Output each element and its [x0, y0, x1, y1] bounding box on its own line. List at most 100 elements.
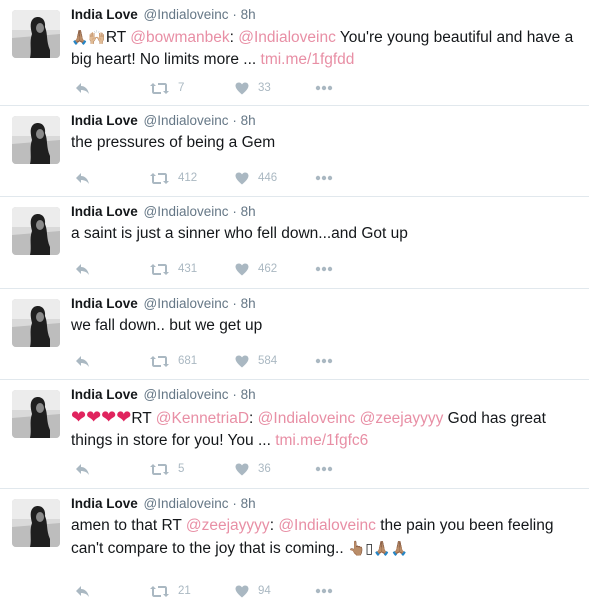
more-options-button[interactable]: [315, 460, 333, 478]
retweet-count: 7: [178, 82, 185, 94]
mention-link[interactable]: @bowmanbek: [130, 29, 229, 46]
reply-icon: [76, 463, 89, 475]
tweet-text-segment: amen to that RT: [71, 517, 186, 534]
mention-link[interactable]: @Indialoveinc: [278, 517, 376, 534]
more-options-button[interactable]: [315, 169, 333, 187]
retweet-button[interactable]: 5: [150, 460, 184, 478]
author-handle[interactable]: @Indialoveinc: [144, 204, 229, 219]
tweet-actions: 412 446: [75, 169, 375, 187]
tweet[interactable]: India Love @Indialoveinc · 8h we fall do…: [0, 289, 589, 380]
retweet-button[interactable]: 431: [150, 260, 197, 278]
timestamp[interactable]: 8h: [241, 113, 256, 128]
tweet-text-content: the pressures of being a Gem: [71, 134, 276, 151]
retweet-count: 412: [178, 172, 198, 184]
more-dots-icon: [315, 85, 333, 91]
retweet-count: 21: [178, 585, 191, 597]
avatar[interactable]: [12, 207, 60, 255]
timestamp[interactable]: 8h: [241, 204, 256, 219]
heart-icon: [235, 82, 249, 94]
retweet-icon: [150, 463, 169, 475]
hearts-emoji: ❤❤❤❤: [71, 407, 132, 427]
tweet[interactable]: India Love @Indialoveinc · 8h the pressu…: [0, 106, 589, 197]
more-options-button[interactable]: [315, 582, 333, 600]
author-handle[interactable]: @Indialoveinc: [144, 113, 229, 128]
reply-button[interactable]: [75, 79, 90, 97]
more-options-button[interactable]: [315, 260, 333, 278]
timestamp[interactable]: 8h: [241, 296, 256, 311]
more-options-button[interactable]: [315, 79, 333, 97]
author-name[interactable]: India Love: [71, 496, 138, 511]
tweet-header: India Love @Indialoveinc · 8h: [71, 387, 256, 402]
retweet-button[interactable]: 412: [150, 169, 197, 187]
heart-icon: [235, 585, 249, 597]
like-button[interactable]: 36: [235, 460, 271, 478]
like-button[interactable]: 584: [235, 352, 277, 370]
separator-dot: ·: [232, 496, 237, 511]
avatar[interactable]: [12, 10, 60, 58]
tweet[interactable]: India Love @Indialoveinc · 8h a saint is…: [0, 197, 589, 289]
timestamp[interactable]: 8h: [241, 496, 256, 511]
heart-icon: [235, 463, 249, 475]
mention-link[interactable]: @zeejayyyy: [360, 410, 444, 427]
tweet-text-content: a saint is just a sinner who fell down..…: [71, 225, 408, 242]
reply-icon: [76, 263, 89, 275]
retweet-button[interactable]: 21: [150, 582, 191, 600]
mention-link[interactable]: @zeejayyyy: [186, 517, 270, 534]
like-button[interactable]: 462: [235, 260, 277, 278]
tweet[interactable]: India Love @Indialoveinc · 8h amen to th…: [0, 489, 589, 611]
timestamp[interactable]: 8h: [241, 387, 256, 402]
author-handle[interactable]: @Indialoveinc: [144, 387, 229, 402]
author-handle[interactable]: @Indialoveinc: [144, 7, 229, 22]
mention-link[interactable]: @Indialoveinc: [238, 29, 336, 46]
tweet-text: ❤❤❤❤RT @KennetriaD: @Indialoveinc @zeeja…: [71, 406, 581, 452]
more-dots-icon: [315, 358, 333, 364]
more-options-button[interactable]: [315, 352, 333, 370]
tweet[interactable]: India Love @Indialoveinc · 8h ❤❤❤❤RT @Ke…: [0, 380, 589, 489]
like-button[interactable]: 94: [235, 582, 271, 600]
author-name[interactable]: India Love: [71, 113, 138, 128]
tweet-actions: 21 94: [75, 582, 375, 600]
author-handle[interactable]: @Indialoveinc: [144, 496, 229, 511]
mention-link[interactable]: @Indialoveinc: [258, 410, 356, 427]
tweet-header: India Love @Indialoveinc · 8h: [71, 496, 256, 511]
tweet-text-segment: :: [229, 29, 239, 46]
avatar[interactable]: [12, 499, 60, 547]
reply-button[interactable]: [75, 460, 90, 478]
tweet-text-segment: :: [249, 410, 258, 427]
url-link[interactable]: tmi.me/1fgfdd: [261, 51, 355, 68]
url-link[interactable]: tmi.me/1fgfc6: [275, 432, 368, 449]
tweet[interactable]: India Love @Indialoveinc · 8h 🙏🏽🙌🏼RT @bo…: [0, 0, 589, 106]
author-name[interactable]: India Love: [71, 7, 138, 22]
like-button[interactable]: 33: [235, 79, 271, 97]
mention-link[interactable]: @KennetriaD: [156, 410, 249, 427]
tweet-actions: 7 33: [75, 79, 375, 97]
tweet-text-segment: RT: [131, 410, 156, 427]
like-button[interactable]: 446: [235, 169, 277, 187]
tweet-actions: 5 36: [75, 460, 375, 478]
retweet-icon: [150, 585, 169, 597]
retweet-button[interactable]: 681: [150, 352, 197, 370]
avatar[interactable]: [12, 116, 60, 164]
tweet-text: 🙏🏽🙌🏼RT @bowmanbek: @Indialoveinc You're …: [71, 26, 581, 71]
avatar[interactable]: [12, 299, 60, 347]
tweet-text: amen to that RT @zeejayyyy: @Indialovein…: [71, 515, 581, 560]
tweet-actions: 431 462: [75, 260, 375, 278]
reply-button[interactable]: [75, 582, 90, 600]
retweet-count: 5: [178, 463, 185, 475]
tweet-header: India Love @Indialoveinc · 8h: [71, 204, 256, 219]
reply-icon: [76, 585, 89, 597]
more-dots-icon: [315, 266, 333, 272]
author-name[interactable]: India Love: [71, 204, 138, 219]
author-name[interactable]: India Love: [71, 387, 138, 402]
timestamp[interactable]: 8h: [241, 7, 256, 22]
reply-button[interactable]: [75, 352, 90, 370]
retweet-button[interactable]: 7: [150, 79, 184, 97]
retweet-icon: [150, 355, 169, 367]
avatar[interactable]: [12, 390, 60, 438]
author-name[interactable]: India Love: [71, 296, 138, 311]
author-handle[interactable]: @Indialoveinc: [144, 296, 229, 311]
like-count: 462: [258, 263, 278, 275]
reply-button[interactable]: [75, 260, 90, 278]
tweet-header: India Love @Indialoveinc · 8h: [71, 7, 256, 22]
reply-button[interactable]: [75, 169, 90, 187]
